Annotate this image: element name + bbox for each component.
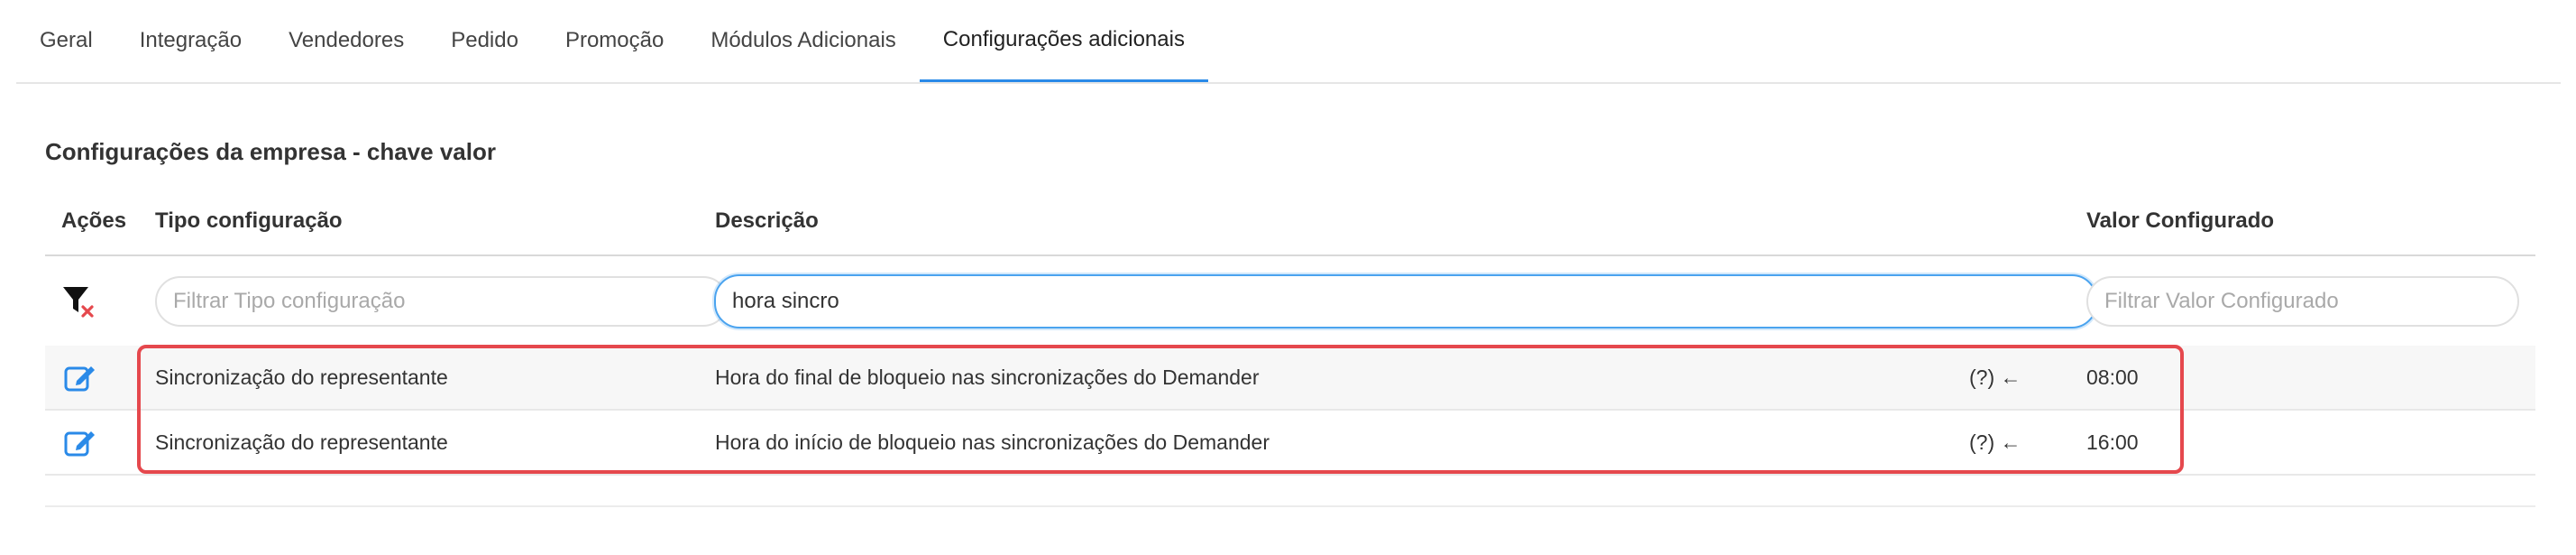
tab-integracao[interactable]: Integração: [116, 0, 265, 80]
tab-promocao[interactable]: Promoção: [542, 0, 687, 80]
clear-filter-icon[interactable]: [61, 283, 97, 319]
tab-pedido[interactable]: Pedido: [427, 0, 542, 80]
cell-tipo: Sincronização do representante: [155, 365, 448, 389]
cell-valor: 16:00: [2086, 430, 2139, 454]
edit-icon[interactable]: [63, 426, 96, 458]
edit-icon[interactable]: [63, 361, 96, 393]
cell-descricao: Hora do início de bloqueio nas sincroniz…: [715, 430, 1270, 454]
filter-valor-input[interactable]: [2086, 276, 2519, 327]
filter-tipo-input[interactable]: [155, 276, 729, 327]
tab-geral[interactable]: Geral: [16, 0, 116, 80]
column-header-acoes: Ações: [61, 208, 127, 233]
cell-descricao: Hora do final de bloqueio nas sincroniza…: [715, 365, 1260, 389]
tab-modulos-adicionais[interactable]: Módulos Adicionais: [687, 0, 919, 80]
table-row: Sincronização do representante Hora do i…: [45, 411, 2535, 476]
column-header-tipo[interactable]: Tipo configuração: [155, 208, 343, 234]
filter-row: [45, 256, 2535, 344]
help-hint[interactable]: (?) ←: [1969, 411, 2021, 474]
section-title: Configurações da empresa - chave valor: [45, 138, 496, 165]
table-row: Sincronização do representante Hora do f…: [45, 346, 2535, 411]
cell-tipo: Sincronização do representante: [155, 430, 448, 454]
tab-configuracoes-adicionais[interactable]: Configurações adicionais: [919, 0, 1208, 82]
column-header-descricao[interactable]: Descrição: [715, 208, 819, 234]
table-bottom-divider: [45, 505, 2535, 507]
tab-bar: Geral Integração Vendedores Pedido Promo…: [16, 0, 2561, 84]
tab-vendedores[interactable]: Vendedores: [265, 0, 427, 80]
cell-valor: 08:00: [2086, 365, 2139, 389]
help-hint[interactable]: (?) ←: [1969, 346, 2021, 409]
column-header-valor[interactable]: Valor Configurado: [2086, 208, 2274, 234]
filter-descricao-input[interactable]: [714, 274, 2097, 328]
